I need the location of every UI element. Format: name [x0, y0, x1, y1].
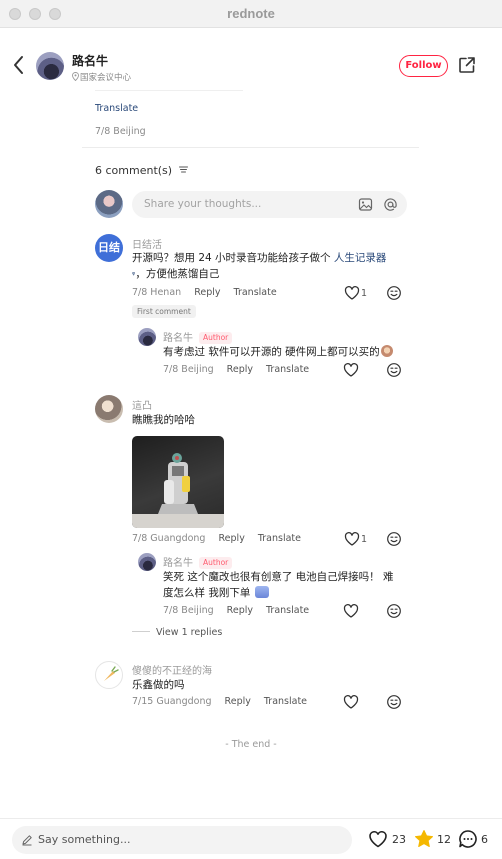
reply-button[interactable]: Reply	[194, 287, 220, 298]
comment-date-location: 7/8 Henan	[132, 287, 182, 298]
replier-name-row: 路名牛 Author	[163, 329, 233, 344]
translate-button[interactable]: Translate	[266, 605, 309, 616]
emoji-reaction-icon[interactable]	[386, 694, 402, 710]
first-comment-badge: First comment	[132, 305, 196, 318]
like-heart-icon[interactable]	[343, 694, 359, 710]
view-replies-button[interactable]: View 1 replies	[132, 627, 222, 638]
location-pin-icon	[72, 72, 79, 82]
emoji-reaction-icon[interactable]	[386, 285, 402, 301]
translate-button[interactable]: Translate	[266, 364, 309, 375]
comment-count: 6 comment(s)	[95, 164, 188, 177]
replier-avatar[interactable]	[138, 328, 156, 346]
reply-text-line: 度怎么样 我刚下单	[163, 587, 251, 599]
image-icon[interactable]	[358, 197, 373, 212]
author-badge: Author	[199, 557, 233, 569]
like-count: 1	[361, 288, 368, 299]
carrot-icon	[104, 666, 119, 681]
comments-count: 6	[481, 833, 488, 846]
comment-text: 开源吗？想用 24 小时录音功能给孩子做个 人生记录器 ᵠ，方便他蒸馏自己	[132, 250, 402, 283]
view-replies-dash	[132, 631, 150, 632]
comment-meta: 7/8 Henan Reply Translate	[132, 287, 277, 298]
reply-button[interactable]: Reply	[219, 533, 245, 544]
like-count: 1	[361, 534, 368, 545]
note-header: 路名牛 国家会议中心 Follow	[0, 28, 502, 92]
comment-text-part: ，方便他蒸馏自己	[135, 268, 220, 280]
reply-text: 有考虑过 软件可以开源的 硬件网上都可以买的	[163, 344, 393, 360]
commenter-avatar[interactable]	[95, 661, 123, 689]
likes-count: 23	[392, 833, 406, 846]
replier-avatar[interactable]	[138, 553, 156, 571]
comment-count-label: 6 comment(s)	[95, 164, 173, 177]
title-bar: rednote	[0, 0, 502, 28]
note-date-location: 7/8 Beijing	[95, 126, 146, 137]
comment-date-location: 7/15 Guangdong	[132, 696, 212, 707]
follow-button[interactable]: Follow	[399, 55, 448, 77]
reply-meta: 7/8 Beijing Reply Translate	[163, 605, 309, 616]
divider	[95, 90, 243, 91]
location-text: 国家会议中心	[80, 73, 132, 83]
like-heart-icon[interactable]	[343, 603, 359, 619]
pencil-icon	[22, 835, 32, 846]
comment-text-part: 开源吗？想用 24 小时录音功能给孩子做个	[132, 252, 334, 264]
emoji-reaction-icon[interactable]	[386, 362, 402, 378]
replier-name[interactable]: 路名牛	[163, 333, 193, 344]
reply-meta: 7/8 Beijing Reply Translate	[163, 364, 309, 375]
divider	[82, 147, 419, 148]
mention-icon[interactable]	[383, 197, 398, 212]
reply-date-location: 7/8 Beijing	[163, 364, 214, 375]
reply-text-content: 有考虑过 软件可以开源的 硬件网上都可以买的	[163, 346, 380, 358]
commenter-name[interactable]: 傻傻的不正经的海	[132, 662, 212, 677]
translate-button[interactable]: Translate	[264, 696, 307, 707]
say-something-placeholder: Say something...	[38, 833, 131, 846]
device-photo-image	[132, 453, 224, 528]
comment-text: 瞧瞧我的哈哈	[132, 414, 195, 426]
like-heart-icon[interactable]	[344, 285, 360, 301]
app-window: rednote 路名牛 国家会议中心 Follow Translate 7/8 …	[0, 0, 502, 859]
star-collect-icon[interactable]	[414, 829, 434, 849]
like-heart-icon[interactable]	[343, 362, 359, 378]
commenter-avatar[interactable]: 日结	[95, 234, 123, 262]
say-something-input[interactable]: Say something...	[12, 826, 352, 854]
replier-name-row: 路名牛 Author	[163, 554, 233, 569]
comment-text: 乐鑫做的吗	[132, 679, 185, 691]
stars-count: 12	[437, 833, 451, 846]
emoji-reaction-icon[interactable]	[386, 531, 402, 547]
end-of-comments: - The end -	[225, 739, 277, 750]
reply-button[interactable]: Reply	[225, 696, 251, 707]
translate-button[interactable]: Translate	[234, 287, 277, 298]
back-arrow-icon[interactable]	[10, 54, 28, 76]
cart-emoji-icon	[254, 586, 269, 598]
author-location: 国家会议中心	[72, 71, 131, 83]
comment-date-location: 7/8 Guangdong	[132, 533, 206, 544]
like-heart-icon[interactable]	[368, 829, 388, 849]
comment-meta: 7/15 Guangdong Reply Translate	[132, 696, 307, 707]
search-link[interactable]: 人生记录器	[334, 252, 387, 264]
sort-icon[interactable]	[178, 166, 188, 173]
translate-button[interactable]: Translate	[258, 533, 301, 544]
note-translate-link[interactable]: Translate	[95, 103, 138, 114]
window-title: rednote	[227, 6, 275, 21]
commenter-avatar[interactable]	[95, 395, 123, 423]
commenter-name[interactable]: 日结活	[132, 236, 162, 251]
comment-photo[interactable]	[132, 436, 224, 528]
reply-button[interactable]: Reply	[227, 364, 253, 375]
reply-date-location: 7/8 Beijing	[163, 605, 214, 616]
reply-text-line: 笑死 这个魔改也很有创意了 电池自己焊接吗！ 难	[163, 571, 394, 583]
view-replies-label[interactable]: View 1 replies	[156, 627, 222, 638]
emoji-reaction-icon[interactable]	[386, 603, 402, 619]
comment-bubble-icon[interactable]	[458, 829, 478, 849]
author-name[interactable]: 路名牛	[72, 52, 108, 69]
replier-name[interactable]: 路名牛	[163, 558, 193, 569]
commenter-name[interactable]: 這凸	[132, 397, 152, 412]
my-avatar	[95, 190, 123, 218]
bottom-bar: Say something... 23 12 6	[0, 818, 502, 859]
author-avatar[interactable]	[36, 52, 64, 80]
comment-meta: 7/8 Guangdong Reply Translate	[132, 533, 301, 544]
reply-button[interactable]: Reply	[227, 605, 253, 616]
like-heart-icon[interactable]	[344, 531, 360, 547]
share-icon[interactable]	[458, 56, 476, 74]
reply-text: 笑死 这个魔改也很有创意了 电池自己焊接吗！ 难 度怎么样 我刚下单	[163, 569, 413, 601]
author-badge: Author	[199, 332, 233, 344]
emoji-icon	[380, 345, 393, 357]
